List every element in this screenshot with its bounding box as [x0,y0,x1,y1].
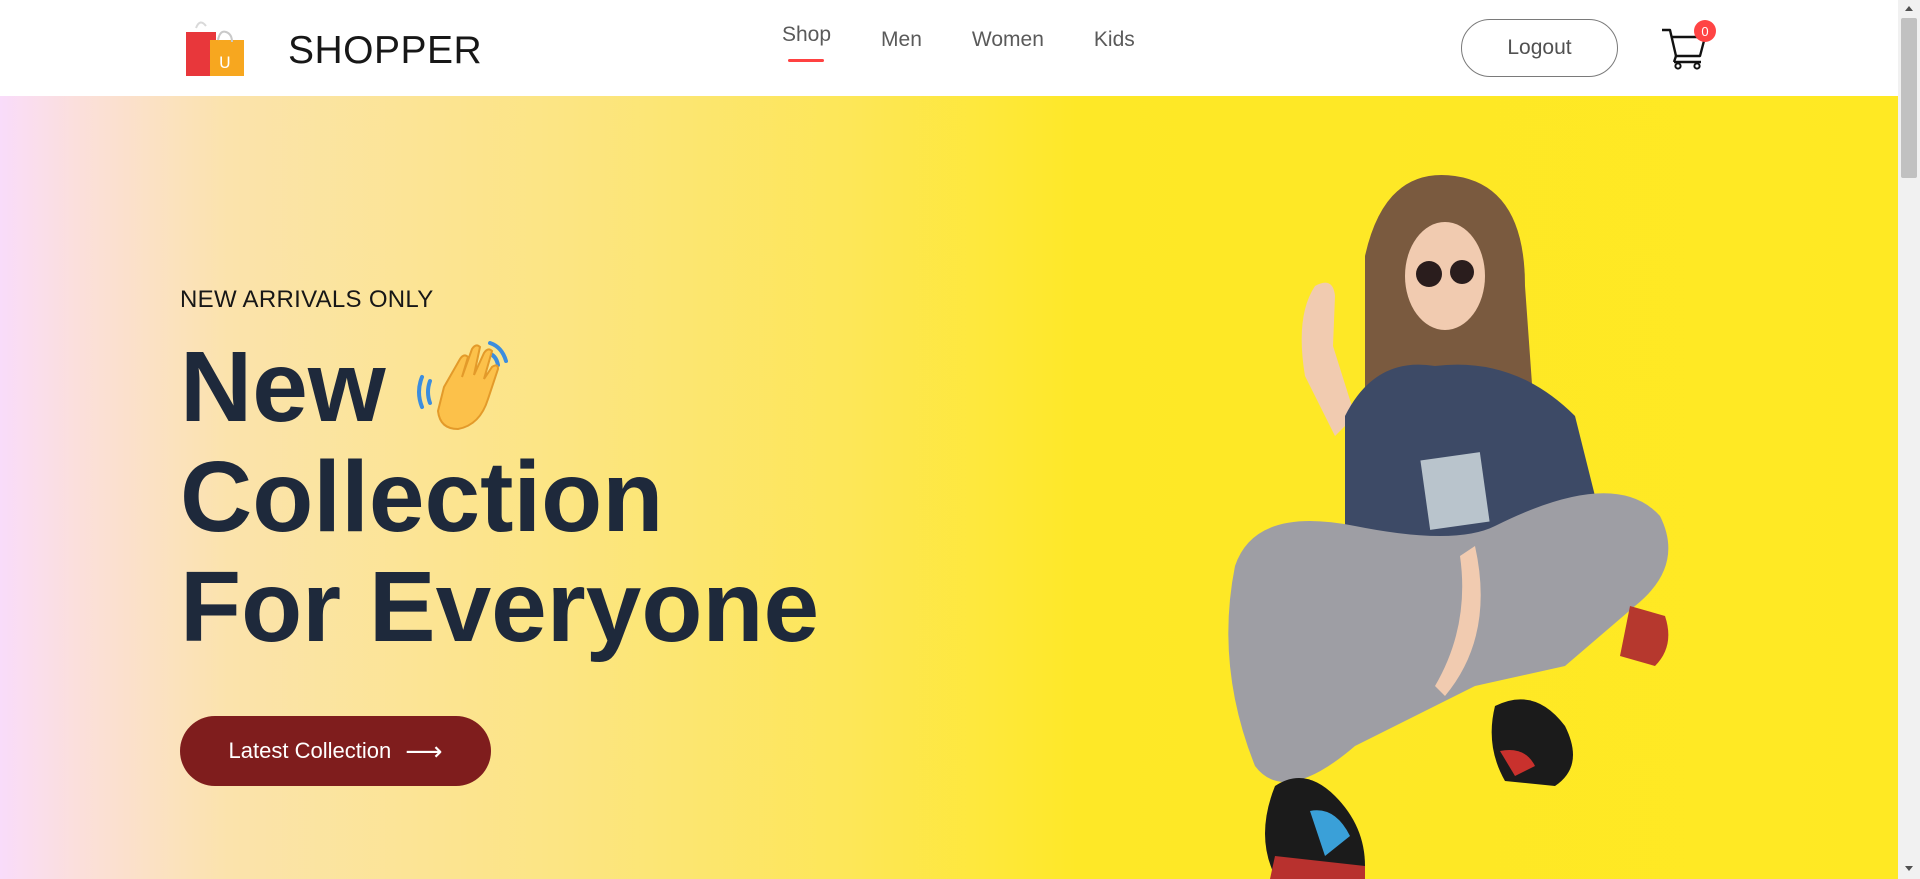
hero-model-image [1228,175,1669,879]
nav-item-kids[interactable]: Kids [1094,28,1135,52]
waving-hand-icon [416,341,508,431]
scroll-up-arrow-icon[interactable] [1905,6,1913,11]
latest-collection-button[interactable]: Latest Collection ⟶ [180,716,491,786]
svg-text:U: U [219,53,231,72]
logo[interactable]: U SHOPPER [182,18,482,78]
brand-name: SHOPPER [288,29,483,72]
hero-title-line1: New [180,331,386,443]
nav-item-shop[interactable]: Shop [782,23,832,62]
nav-item-label: Women [971,28,1044,51]
scrollbar-thumb[interactable] [1901,18,1917,178]
nav-item-label: Men [881,28,922,51]
nav-item-women[interactable]: Women [972,28,1044,52]
navbar: U SHOPPER Shop Men Women Kids Logout 0 [0,0,1898,96]
page-scrollbar[interactable] [1898,0,1920,879]
cart-count-badge: 0 [1694,20,1716,42]
scroll-down-arrow-icon[interactable] [1905,866,1913,871]
hero-title-line2: Collection [180,441,664,553]
logout-button[interactable]: Logout [1461,19,1618,77]
shopping-bag-logo-icon: U [186,21,244,76]
nav-item-label: Kids [1093,28,1135,51]
nav-item-men[interactable]: Men [881,28,922,52]
hero-banner: NEW ARRIVALS ONLY New Collection For Eve… [0,96,1898,879]
hero-title-line3: For Everyone [180,551,820,663]
hero-title: New Collection For Everyone [180,332,819,662]
active-nav-indicator [788,59,824,62]
nav-item-label: Shop [782,23,832,46]
hero-title-line: New [180,332,819,442]
arrow-right-icon: ⟶ [405,735,443,766]
hero-eyebrow: NEW ARRIVALS ONLY [180,286,434,313]
cta-label: Latest Collection [228,738,392,763]
main-nav: Shop Men Women Kids [782,23,1185,62]
hero-text: NEW ARRIVALS ONLY New Collection For Eve… [180,286,819,662]
